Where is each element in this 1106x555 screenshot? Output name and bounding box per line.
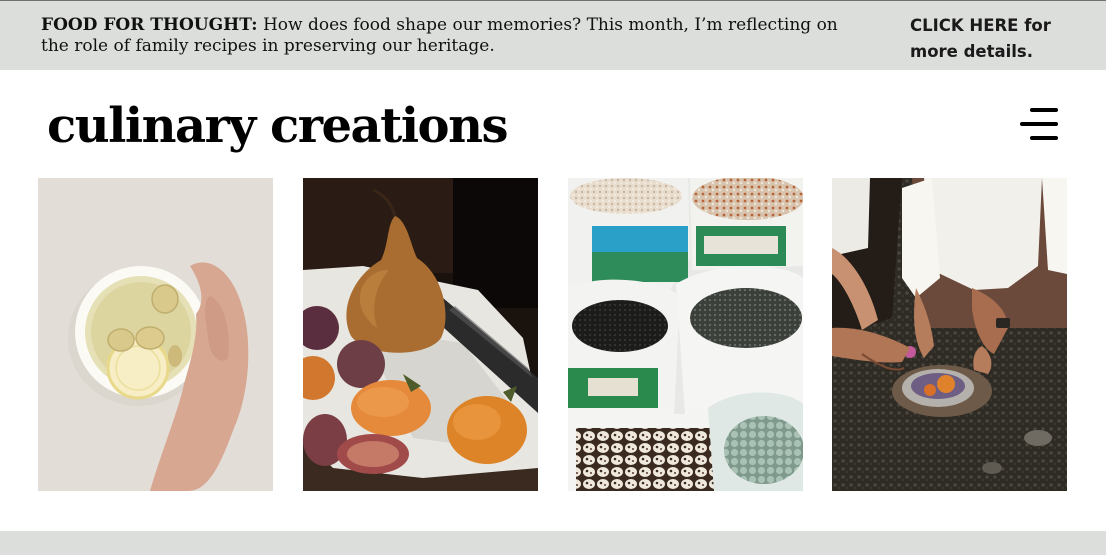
site-title[interactable]: culinary creations — [47, 93, 508, 159]
details-link[interactable]: CLICK HERE for more details. — [910, 13, 1080, 65]
photo-pear-figs-persimmons — [303, 178, 538, 491]
footer-band — [0, 531, 1106, 555]
gallery-photo[interactable] — [38, 178, 273, 491]
menu-button[interactable] — [1014, 104, 1062, 146]
hamburger-menu-icon — [1020, 108, 1058, 140]
announcement-bar: FOOD FOR THOUGHT: How does food shape ou… — [0, 0, 1106, 70]
gallery-photo[interactable] — [832, 178, 1067, 491]
gallery-photo[interactable] — [303, 178, 538, 491]
gallery-photo[interactable] — [568, 178, 803, 491]
photo-grain-sacks — [568, 178, 803, 491]
photo-lemon-ginger-bowl — [38, 178, 273, 491]
announcement-text: FOOD FOR THOUGHT: How does food shape ou… — [41, 15, 841, 57]
details-link-line1[interactable]: CLICK HERE for — [910, 16, 1051, 35]
announcement-label: FOOD FOR THOUGHT: — [41, 15, 258, 35]
details-link-line2[interactable]: more details. — [910, 42, 1033, 61]
photo-hands-bowl — [832, 178, 1067, 491]
